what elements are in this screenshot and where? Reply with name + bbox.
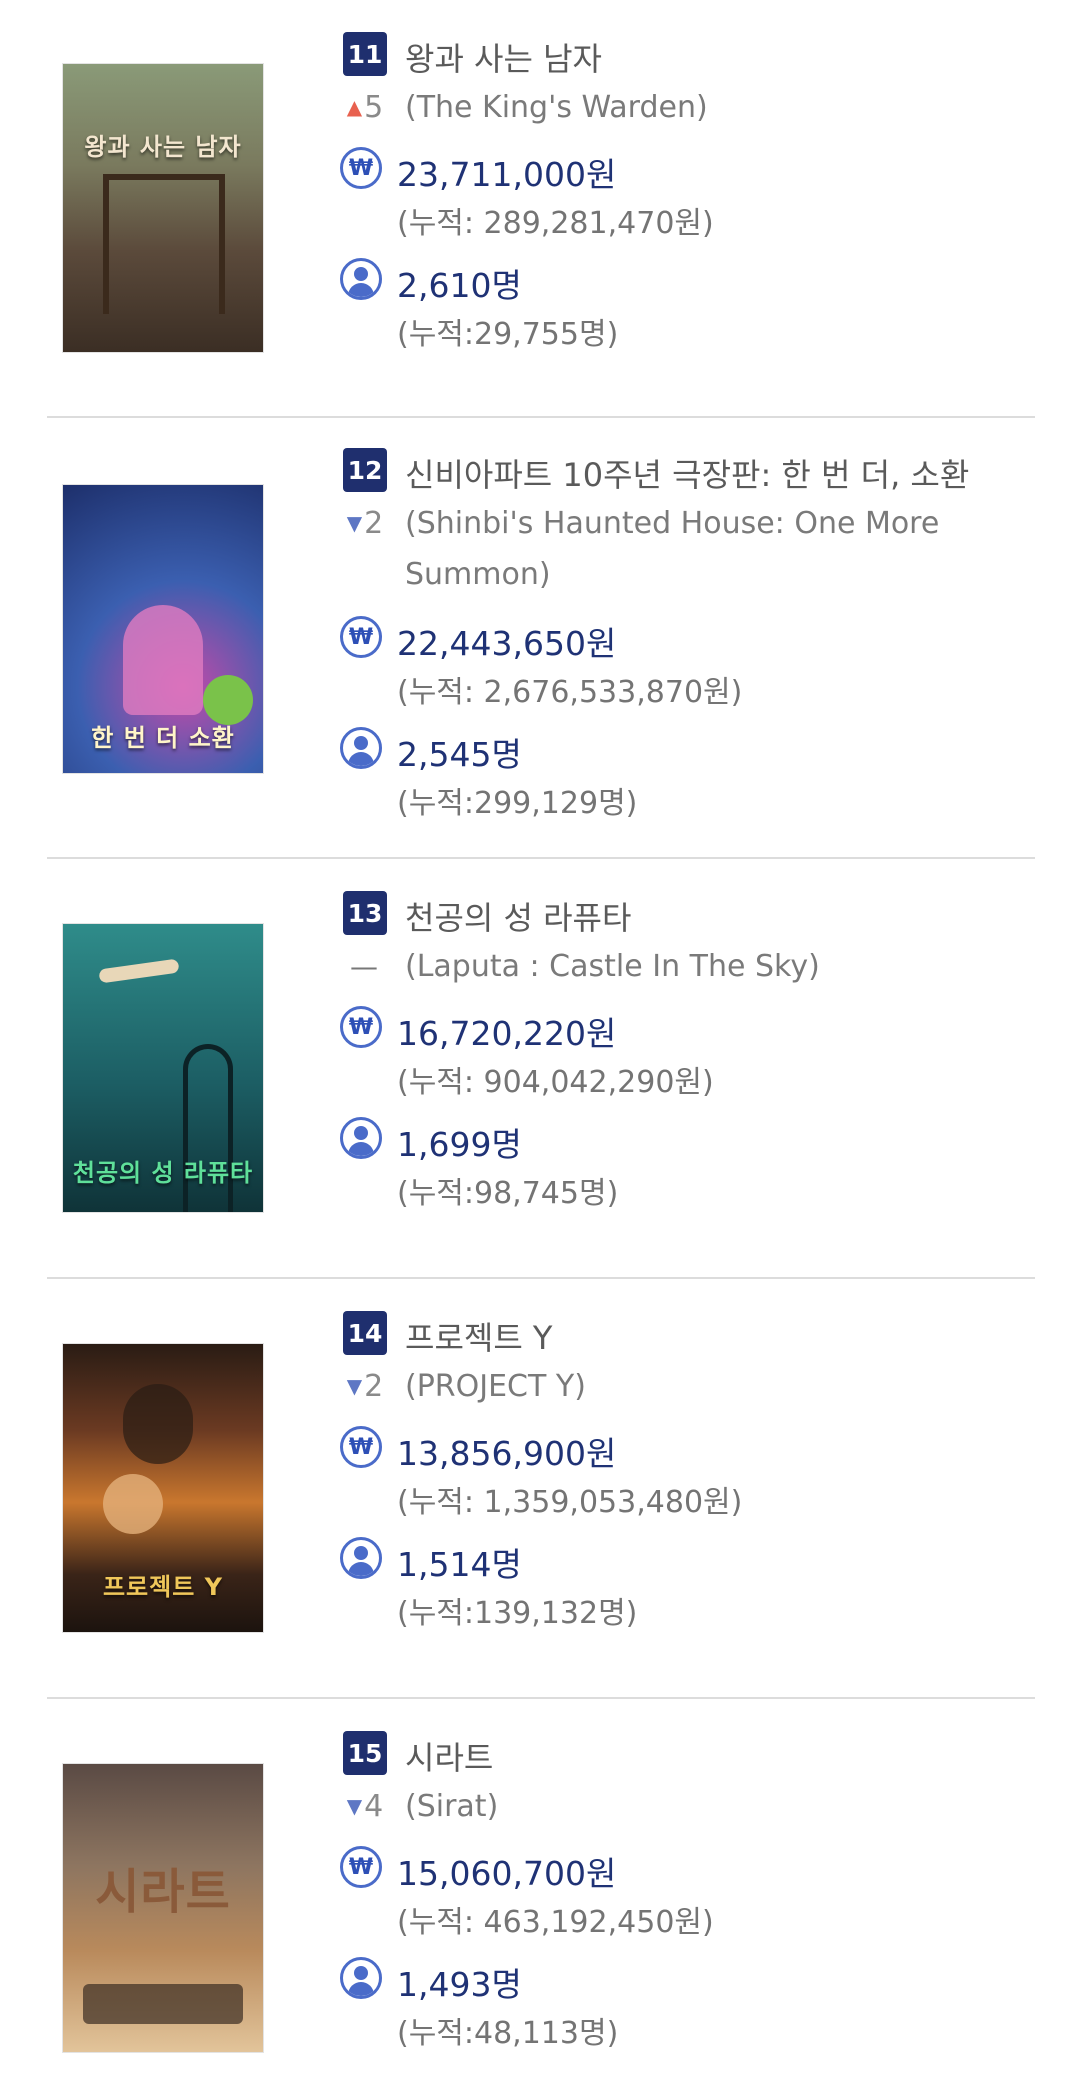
movie-title-english: (The King's Warden) [405,90,708,125]
divider [47,1277,1035,1279]
movie-poster[interactable]: 천공의 성 라퓨타 [62,923,264,1213]
audience-cumulative: (누적:299,129명) [397,786,638,821]
no-change-dash-icon: — [350,949,378,983]
rank-change-value: 2 [364,505,384,541]
rank-change-value: 2 [364,1368,384,1404]
rank-badge: 15 [343,1731,387,1775]
sales-amount: 16,720,220원 [397,1014,617,1053]
poster-title-text: 프로젝트 Y [102,1573,224,1601]
sales-cumulative: (누적: 904,042,290원) [397,1065,714,1100]
won-icon: ₩ [340,616,382,658]
rank-change-value: 5 [364,89,384,125]
poster-title-text: 시라트 [95,1864,231,1920]
audience-count: 1,493명 [397,1965,522,2004]
rank-change-value: 4 [364,1788,384,1824]
movie-poster[interactable]: 프로젝트 Y [62,1343,264,1633]
arrow-down-icon: ▼ [346,511,363,535]
sales-amount: 15,060,700원 [397,1854,617,1893]
movie-title-korean[interactable]: 프로젝트 Y [405,1313,552,1359]
rank-change: ▼ 2 [343,503,387,543]
rank-badge: 13 [343,891,387,935]
rank-change: ▼ 2 [343,1366,387,1406]
won-icon: ₩ [340,1846,382,1888]
sales-cumulative: (누적: 463,192,450원) [397,1905,714,1940]
person-icon [340,258,382,300]
poster-title-text: 한 번 더 소환 [91,724,235,752]
rank-change: ▲ 5 [343,87,387,127]
sales-amount: 22,443,650원 [397,624,617,663]
rank-badge: 11 [343,32,387,76]
divider [47,416,1035,418]
sales-cumulative: (누적: 1,359,053,480원) [397,1485,743,1520]
divider [47,1697,1035,1699]
person-icon [340,727,382,769]
sales-cumulative: (누적: 289,281,470원) [397,206,714,241]
movie-poster[interactable]: 시라트 [62,1763,264,2053]
sales-amount: 23,711,000원 [397,155,617,194]
arrow-down-icon: ▼ [346,1374,363,1398]
audience-cumulative: (누적:48,113명) [397,2016,619,2051]
movie-title-english: (PROJECT Y) [405,1369,586,1404]
rank-change: ▼ 4 [343,1786,387,1826]
won-icon: ₩ [340,1006,382,1048]
audience-count: 2,545명 [397,735,522,774]
person-icon [340,1537,382,1579]
movie-poster[interactable]: 한 번 더 소환 [62,484,264,774]
audience-count: 2,610명 [397,266,522,305]
arrow-up-icon: ▲ [346,95,363,119]
won-icon: ₩ [340,147,382,189]
person-icon [340,1117,382,1159]
audience-count: 1,514명 [397,1545,522,1584]
audience-cumulative: (누적:139,132명) [397,1596,638,1631]
sales-cumulative: (누적: 2,676,533,870원) [397,675,743,710]
audience-cumulative: (누적:98,745명) [397,1176,619,1211]
audience-cumulative: (누적:29,755명) [397,317,619,352]
rank-change: — [343,946,387,986]
movie-title-korean[interactable]: 신비아파트 10주년 극장판: 한 번 더, 소환 [405,450,969,496]
poster-title-text: 천공의 성 라퓨타 [72,1159,254,1187]
rank-badge: 12 [343,448,387,492]
sales-amount: 13,856,900원 [397,1434,617,1473]
movie-title-korean[interactable]: 천공의 성 라퓨타 [405,893,631,939]
rank-badge: 14 [343,1311,387,1355]
poster-title-text: 왕과 사는 남자 [84,133,242,161]
movie-poster[interactable]: 왕과 사는 남자 [62,63,264,353]
movie-title-korean[interactable]: 왕과 사는 남자 [405,34,602,80]
movie-title-korean[interactable]: 시라트 [405,1733,493,1779]
movie-title-english: (Sirat) [405,1789,499,1824]
person-icon [340,1957,382,1999]
movie-title-english: (Laputa : Castle In The Sky) [405,949,820,984]
divider [47,857,1035,859]
movie-title-english: (Shinbi's Haunted House: One More Summon… [405,506,940,592]
audience-count: 1,699명 [397,1125,522,1164]
won-icon: ₩ [340,1426,382,1468]
arrow-down-icon: ▼ [346,1794,363,1818]
